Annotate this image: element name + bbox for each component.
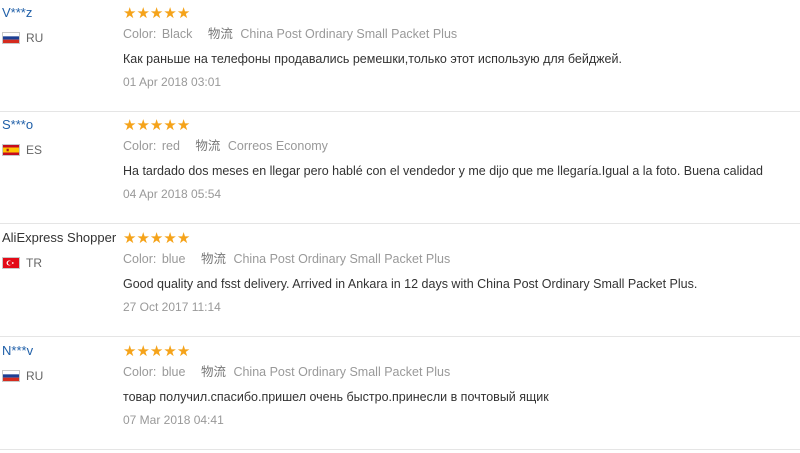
review-text: Ha tardado dos meses en llegar pero habl… bbox=[123, 164, 763, 178]
color-label: Color: bbox=[123, 139, 157, 153]
country-code: RU bbox=[26, 369, 44, 383]
review-item: N***v RU ★ ★ ★ ★ ★ Color: blue 物流 China Post… bbox=[0, 338, 800, 450]
review-item: V***z RU ★ ★ ★ ★ ★ Color: Black 物流 China Pos… bbox=[0, 0, 800, 112]
color-label: Color: bbox=[123, 252, 157, 266]
reviewer-info: V***z RU bbox=[2, 4, 120, 46]
review-content: ★ ★ ★ ★ ★ Color: blue 物流 China Post Ordinary… bbox=[123, 229, 800, 315]
review-date: 07 Mar 2018 04:41 bbox=[123, 413, 224, 427]
star-icon: ★ bbox=[163, 342, 177, 360]
color-value: blue bbox=[161, 252, 186, 266]
star-icon: ★ bbox=[176, 4, 191, 22]
reviewer-name[interactable]: S***o bbox=[2, 116, 120, 134]
reviewer-country: TR bbox=[2, 255, 120, 271]
reviewer-name: AliExpress Shopper bbox=[2, 230, 117, 245]
order-info: Color: blue 物流 China Post Ordinary Small… bbox=[123, 250, 800, 268]
review-content: ★ ★ ★ ★ ★ Color: Black 物流 China Post Ordinar… bbox=[123, 4, 800, 90]
star-icon: ★ bbox=[176, 116, 191, 134]
color-value: Black bbox=[161, 27, 193, 41]
star-icon: ★ bbox=[136, 342, 150, 360]
star-icon: ★ bbox=[149, 116, 164, 134]
reviewer-country: RU bbox=[2, 368, 120, 384]
star-icon: ★ bbox=[149, 229, 164, 247]
shipping-method: China Post Ordinary Small Packet Plus bbox=[233, 365, 451, 379]
star-icon: ★ bbox=[163, 229, 177, 247]
reviewer-info: N***v RU bbox=[2, 342, 120, 384]
star-icon: ★ bbox=[163, 4, 177, 22]
order-info: Color: red 物流 Correos Economy bbox=[123, 137, 800, 155]
star-rating: ★ ★ ★ ★ ★ bbox=[123, 342, 800, 360]
shipping-label: 物流 bbox=[200, 365, 226, 379]
reviewer-name[interactable]: N***v bbox=[2, 342, 120, 360]
order-info: Color: Black 物流 China Post Ordinary Smal… bbox=[123, 25, 800, 43]
reviewer-name[interactable]: V***z bbox=[2, 4, 120, 22]
review-date: 01 Apr 2018 03:01 bbox=[123, 75, 222, 89]
review-date: 27 Oct 2017 11:14 bbox=[123, 300, 221, 314]
color-label: Color: bbox=[123, 365, 157, 379]
review-item: AliExpress Shopper TR ★ ★ ★ ★ ★ Color: blue … bbox=[0, 225, 800, 337]
star-icon: ★ bbox=[176, 229, 191, 247]
shipping-label: 物流 bbox=[200, 252, 226, 266]
star-icon: ★ bbox=[123, 342, 137, 360]
reviewer-country: ES bbox=[2, 142, 120, 158]
star-icon: ★ bbox=[123, 229, 137, 247]
turkey-flag-icon bbox=[2, 257, 20, 269]
shipping-method: China Post Ordinary Small Packet Plus bbox=[240, 27, 458, 41]
star-rating: ★ ★ ★ ★ ★ bbox=[123, 116, 800, 134]
star-icon: ★ bbox=[123, 116, 137, 134]
shipping-label: 物流 bbox=[195, 139, 221, 153]
reviewer-info: S***o ES bbox=[2, 116, 120, 158]
shipping-method: Correos Economy bbox=[227, 139, 328, 153]
review-text: товар получил.спасибо.пришел очень быстр… bbox=[123, 390, 549, 404]
order-info: Color: blue 物流 China Post Ordinary Small… bbox=[123, 363, 800, 381]
reviewer-country: RU bbox=[2, 30, 120, 46]
reviewer-info: AliExpress Shopper TR bbox=[2, 229, 120, 271]
country-code: ES bbox=[26, 143, 43, 157]
review-content: ★ ★ ★ ★ ★ Color: red 物流 Correos Economy Ha t… bbox=[123, 116, 800, 202]
review-content: ★ ★ ★ ★ ★ Color: blue 物流 China Post Ordinary… bbox=[123, 342, 800, 428]
color-value: red bbox=[161, 139, 180, 153]
star-icon: ★ bbox=[176, 342, 191, 360]
shipping-method: China Post Ordinary Small Packet Plus bbox=[233, 252, 451, 266]
star-icon: ★ bbox=[136, 116, 150, 134]
russia-flag-icon bbox=[2, 370, 20, 382]
color-value: blue bbox=[161, 365, 186, 379]
russia-flag-icon bbox=[2, 32, 20, 44]
star-rating: ★ ★ ★ ★ ★ bbox=[123, 229, 800, 247]
star-icon: ★ bbox=[136, 4, 150, 22]
star-icon: ★ bbox=[136, 229, 150, 247]
star-rating: ★ ★ ★ ★ ★ bbox=[123, 4, 800, 22]
review-text: Как раньше на телефоны продавались ремеш… bbox=[123, 52, 622, 66]
spain-flag-icon bbox=[2, 144, 20, 156]
star-icon: ★ bbox=[149, 342, 164, 360]
star-icon: ★ bbox=[163, 116, 177, 134]
review-item: S***o ES ★ ★ ★ ★ ★ Color: red 物流 Correos Eco… bbox=[0, 112, 800, 224]
country-code: RU bbox=[26, 31, 44, 45]
country-code: TR bbox=[26, 256, 42, 270]
review-text: Good quality and fsst delivery. Arrived … bbox=[123, 277, 698, 291]
shipping-label: 物流 bbox=[207, 27, 233, 41]
color-label: Color: bbox=[123, 27, 157, 41]
star-icon: ★ bbox=[149, 4, 164, 22]
star-icon: ★ bbox=[123, 4, 137, 22]
review-date: 04 Apr 2018 05:54 bbox=[123, 187, 222, 201]
